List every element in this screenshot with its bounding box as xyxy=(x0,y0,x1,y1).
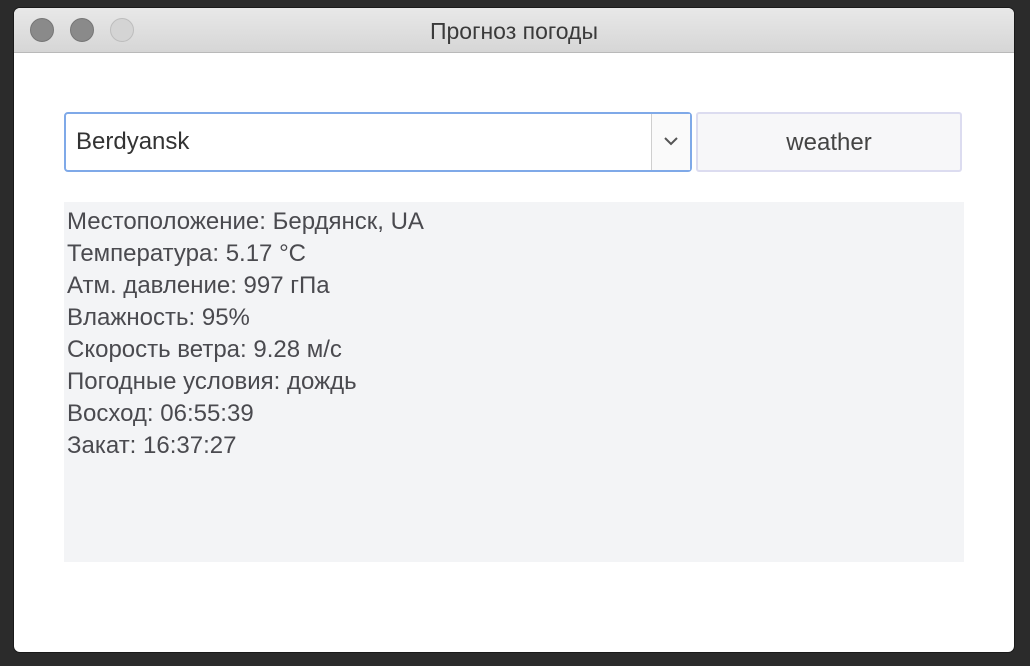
chevron-down-icon xyxy=(664,137,678,146)
output-line-sunrise: Восход: 06:55:39 xyxy=(67,400,254,427)
city-combobox[interactable] xyxy=(64,112,692,172)
city-dropdown-button[interactable] xyxy=(651,114,690,170)
title-bar[interactable]: Прогноз погоды xyxy=(14,8,1014,53)
weather-output-area[interactable]: Местоположение: Бердянск, UA Температура… xyxy=(64,202,964,562)
window-title: Прогноз погоды xyxy=(429,18,599,44)
output-line-pressure: Атм. давление: 997 гПа xyxy=(67,272,330,299)
output-line-location: Местоположение: Бердянск, UA xyxy=(67,208,424,235)
output-line-wind-speed: Скорость ветра: 9.28 м/с xyxy=(67,336,342,363)
output-line-conditions: Погодные условия: дождь xyxy=(67,368,357,395)
output-line-sunset: Закат: 16:37:27 xyxy=(67,432,237,459)
output-line-humidity: Влажность: 95% xyxy=(67,304,250,331)
weather-button[interactable]: weather xyxy=(696,112,962,172)
app-window: Прогноз погоды weather Местоположение: Б… xyxy=(14,8,1014,652)
city-input[interactable] xyxy=(66,114,652,170)
output-line-temperature: Температура: 5.17 °C xyxy=(67,240,307,267)
